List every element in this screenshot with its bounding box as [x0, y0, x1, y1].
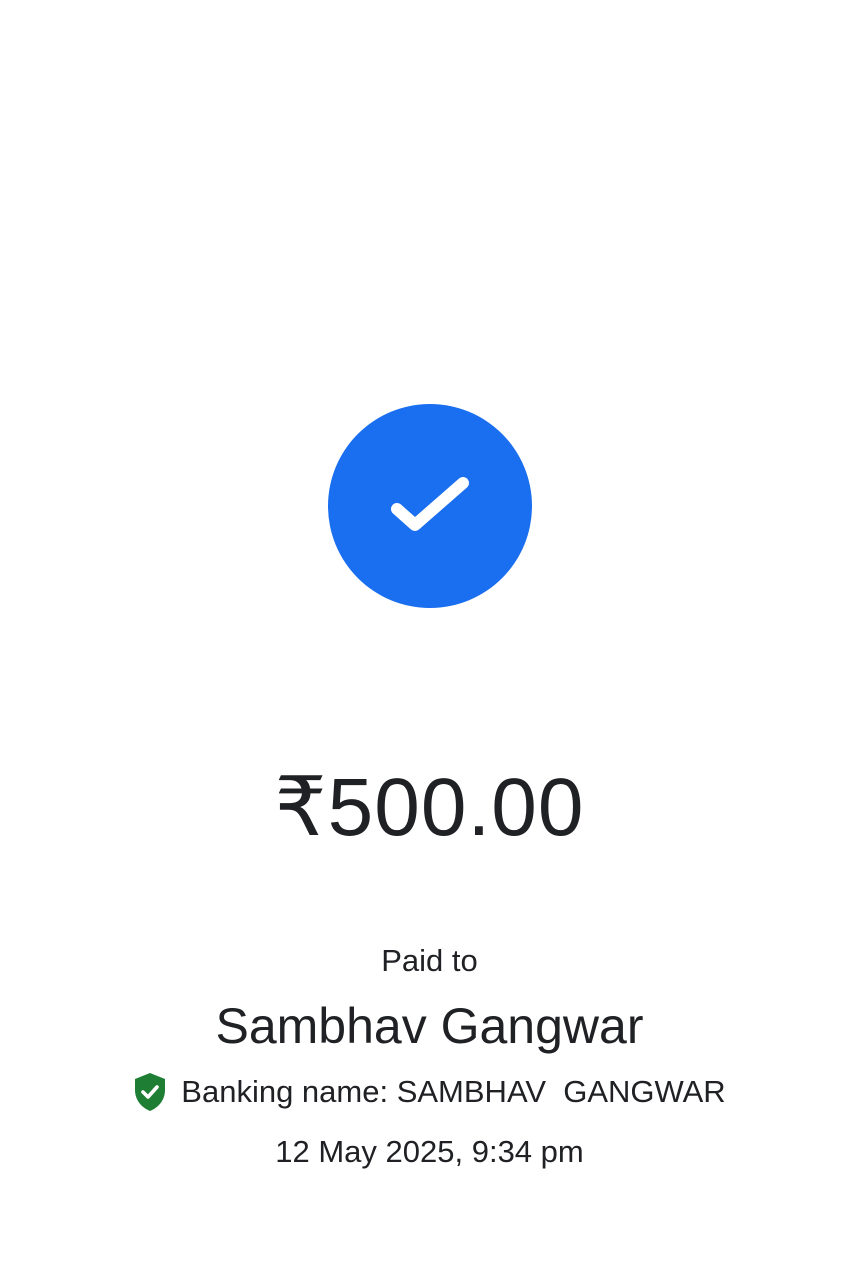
success-badge — [328, 404, 532, 608]
check-icon — [391, 477, 469, 531]
payment-amount: ₹500.00 — [274, 762, 585, 853]
verified-shield-icon — [135, 1073, 166, 1111]
payee-name: Sambhav Gangwar — [215, 998, 644, 1054]
banking-name-row: Banking name: SAMBHAV GANGWAR — [0, 1072, 859, 1112]
banking-name-text: Banking name: SAMBHAV GANGWAR — [181, 1074, 726, 1109]
payment-timestamp: 12 May 2025, 9:34 pm — [275, 1134, 584, 1169]
paid-to-label: Paid to — [381, 943, 478, 978]
